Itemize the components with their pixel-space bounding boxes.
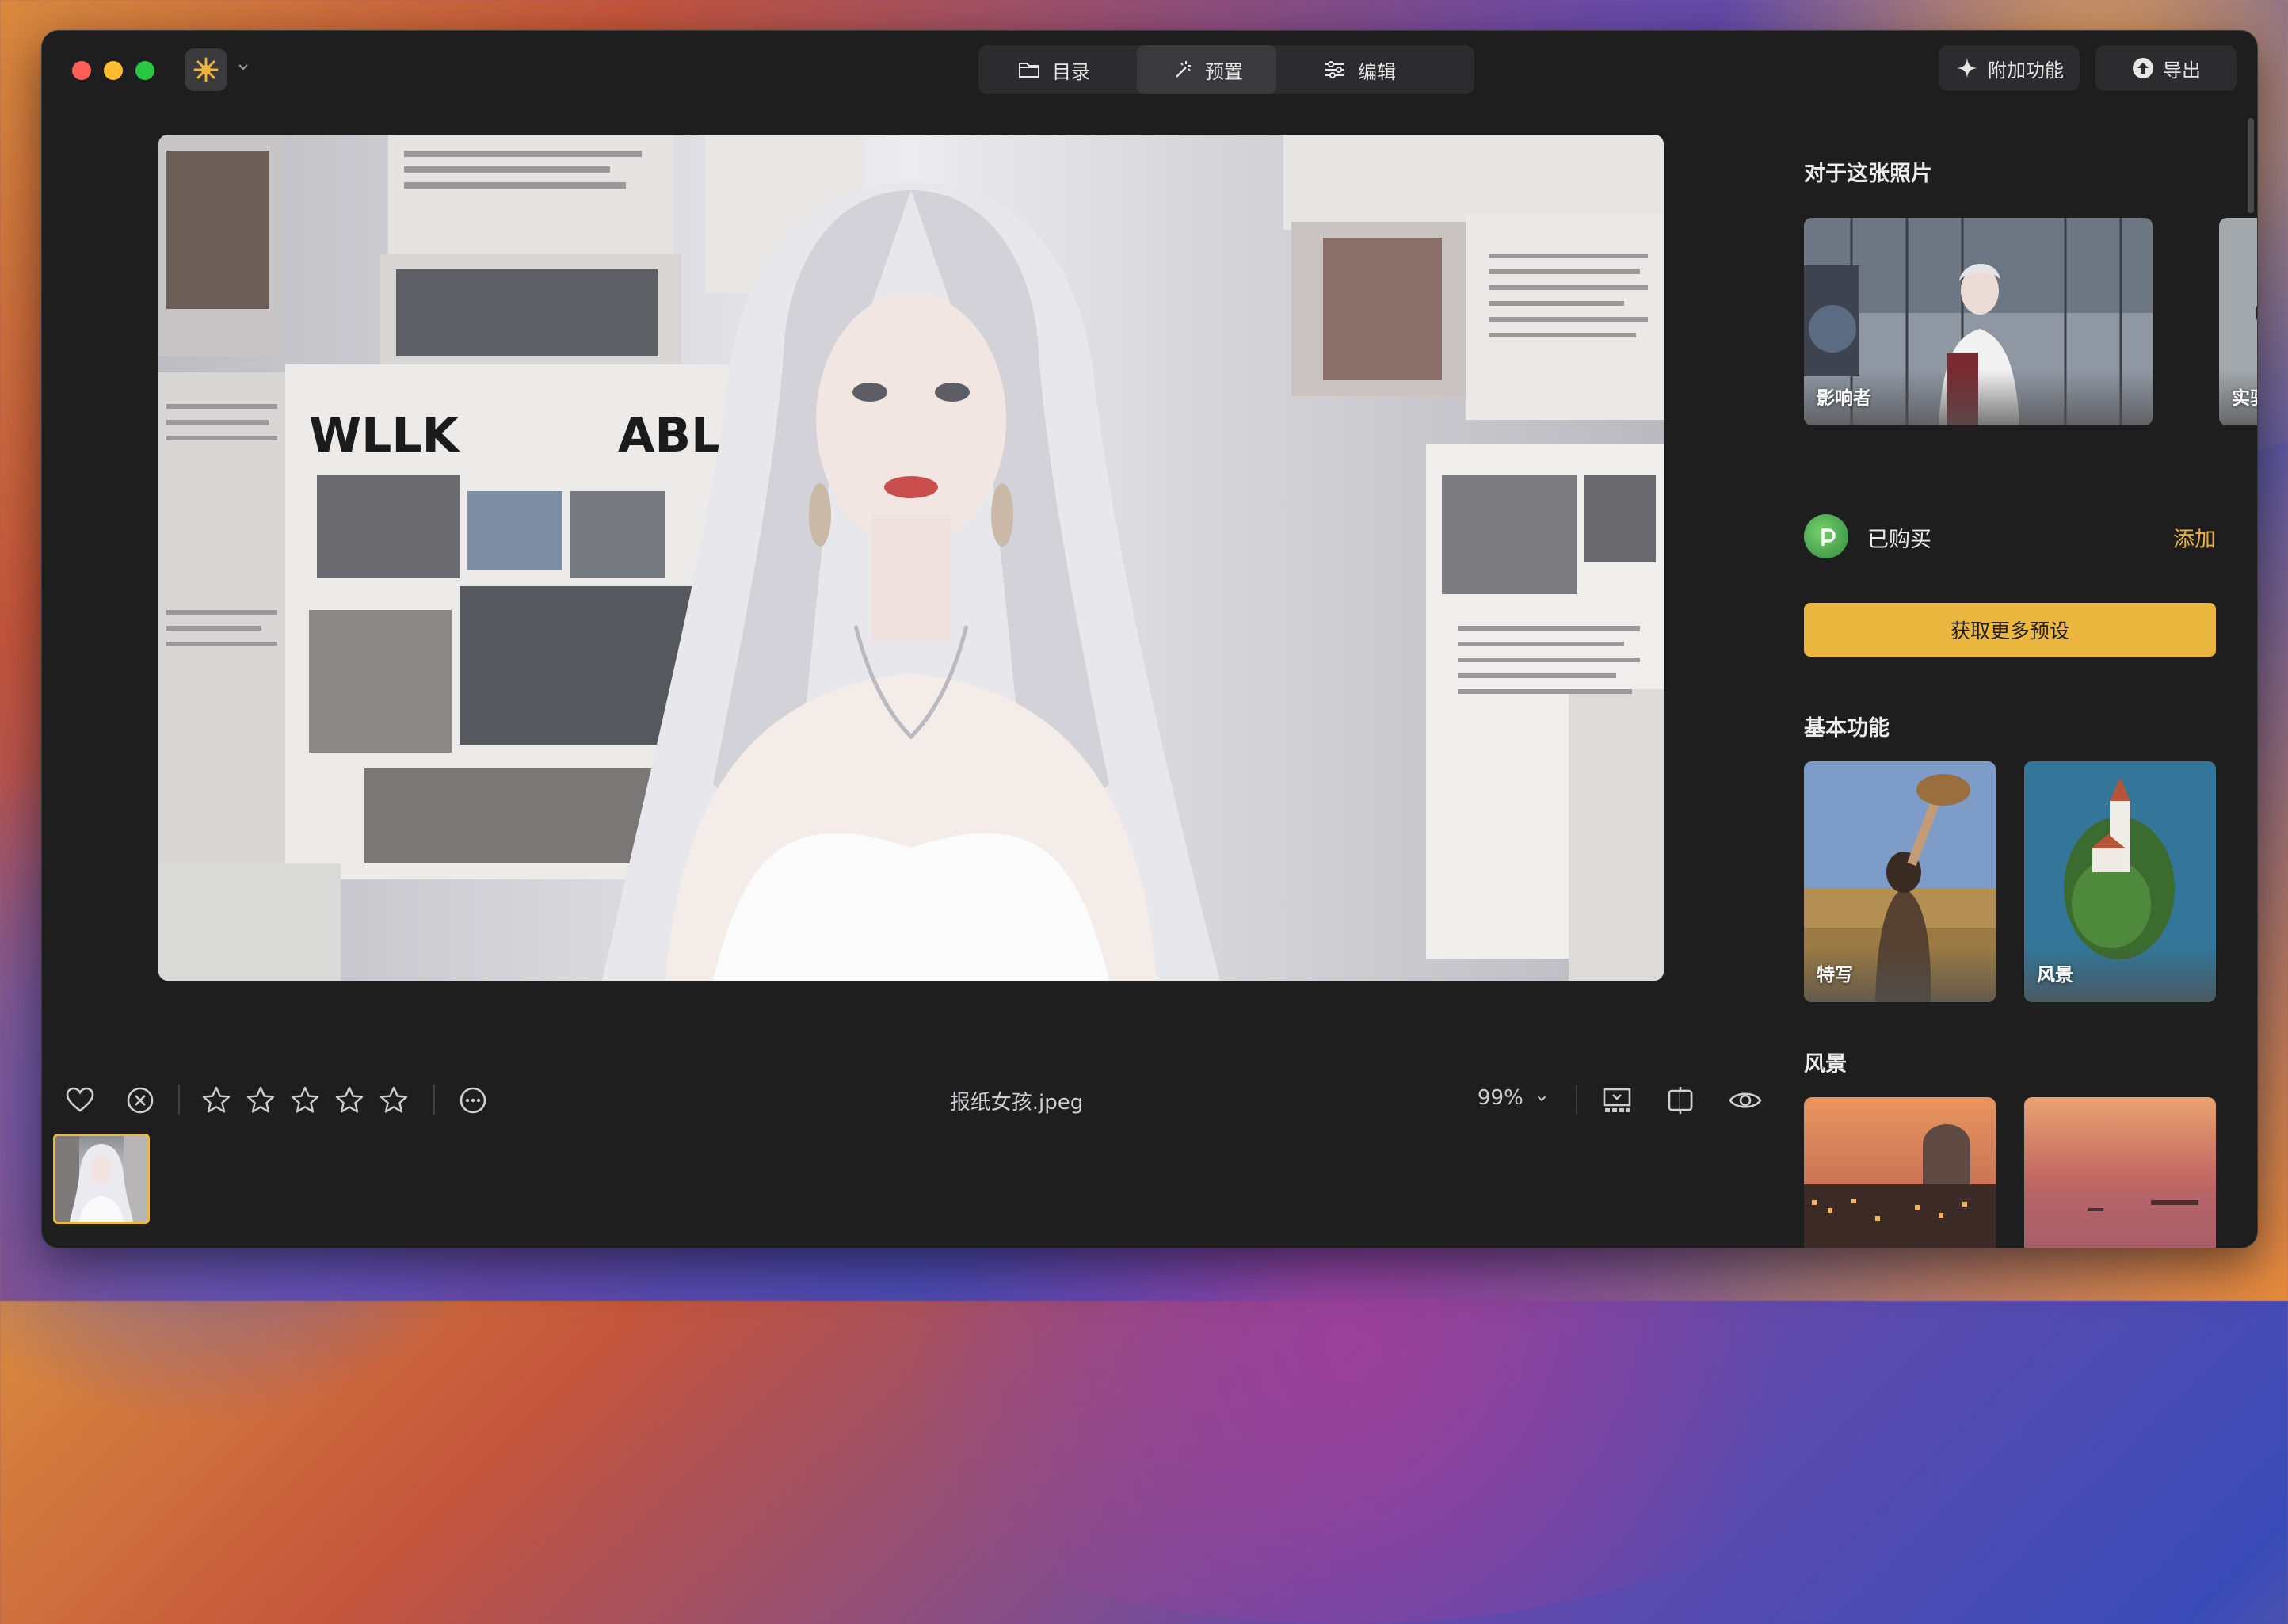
heart-icon[interactable] [64,1085,96,1116]
get-more-presets-button[interactable]: 获取更多预设 [1804,603,2216,657]
zoom-selector[interactable]: 99% [1478,1086,1549,1110]
tab-catalog-label: 目录 [1052,60,1090,83]
filmstrip-toggle-icon[interactable] [1601,1085,1633,1116]
upload-icon [2133,58,2153,78]
preset-card-city[interactable] [1804,1097,1996,1248]
presets-pack-icon [1804,514,1848,558]
mode-tabs: 目录 预置 编辑 [978,45,1474,94]
star-rating-3-icon[interactable] [289,1085,321,1116]
export-label: 导出 [2163,59,2201,82]
chevron-down-icon[interactable] [235,59,256,80]
star-rating-5-icon[interactable] [378,1085,410,1116]
reject-icon[interactable] [124,1085,156,1116]
purchased-label: 已购买 [1867,528,1931,552]
close-window-button[interactable] [72,61,91,80]
toolbar-divider [178,1085,180,1115]
purchased-row: 已购买 添加 [1804,513,2216,560]
sun-icon [193,57,219,82]
preset-card-label: 影响者 [1817,388,1871,409]
folder-icon [1019,63,1039,78]
toolbar-divider [433,1085,435,1115]
export-button[interactable]: 导出 [2095,45,2237,91]
eye-icon[interactable] [1728,1085,1762,1116]
filmstrip-thumbnail[interactable] [53,1134,150,1224]
more-options-icon[interactable] [457,1085,489,1116]
sparkle-icon [1957,58,1977,78]
basic-features-heading: 基本功能 [1804,716,1890,741]
maximize-window-button[interactable] [135,61,154,80]
app-window: 目录 预置 编辑 附加功能 导出 WLLK ABL 报纸女孩.jpeg 99% … [41,30,2258,1248]
sliders-icon [1325,61,1344,78]
preset-card-influencer[interactable]: 影响者 [1804,218,2153,425]
preset-card-label: 特写 [1817,965,1853,985]
tab-presets[interactable]: 预置 [1137,45,1276,94]
preset-card-label: 实验 [2232,388,2257,409]
addons-label: 附加功能 [1988,59,2064,82]
preset-card-label: 风景 [2037,965,2073,985]
presets-panel: 对于这张照片 影响者 实验 已购 [1804,94,2257,1248]
tab-catalog[interactable]: 目录 [978,45,1129,94]
tab-presets-label: 预置 [1205,60,1243,83]
toolbar-divider [1576,1085,1577,1115]
preset-card-closeup[interactable]: 特写 [1804,761,1996,1002]
svg-text:ABL: ABL [618,408,721,463]
star-rating-2-icon[interactable] [245,1085,276,1116]
chevron-down-icon [1537,1096,1546,1101]
tab-edit[interactable]: 编辑 [1284,45,1435,94]
file-name: 报纸女孩.jpeg [949,1091,1084,1115]
landscape-heading: 风景 [1804,1052,1847,1077]
minimize-window-button[interactable] [104,61,123,80]
add-button[interactable]: 添加 [2173,522,2216,553]
star-rating-1-icon[interactable] [200,1085,232,1116]
about-photo-heading: 对于这张照片 [1804,162,1932,186]
main-photo[interactable]: WLLK ABL [158,135,1664,981]
svg-text:WLLK: WLLK [309,408,461,463]
compare-icon[interactable] [1665,1085,1696,1116]
addons-button[interactable]: 附加功能 [1939,45,2080,91]
star-rating-4-icon[interactable] [334,1085,365,1116]
preset-card-experiment[interactable]: 实验 [2219,218,2257,425]
zoom-value: 99% [1478,1086,1523,1110]
magic-wand-icon [1176,61,1191,78]
panel-scrollbar[interactable] [2248,118,2254,213]
tab-edit-label: 编辑 [1358,60,1396,83]
preset-card-landscape[interactable]: 风景 [2024,761,2216,1002]
preset-card-sunset-sea[interactable] [2024,1097,2216,1248]
app-menu-button[interactable] [185,48,227,91]
